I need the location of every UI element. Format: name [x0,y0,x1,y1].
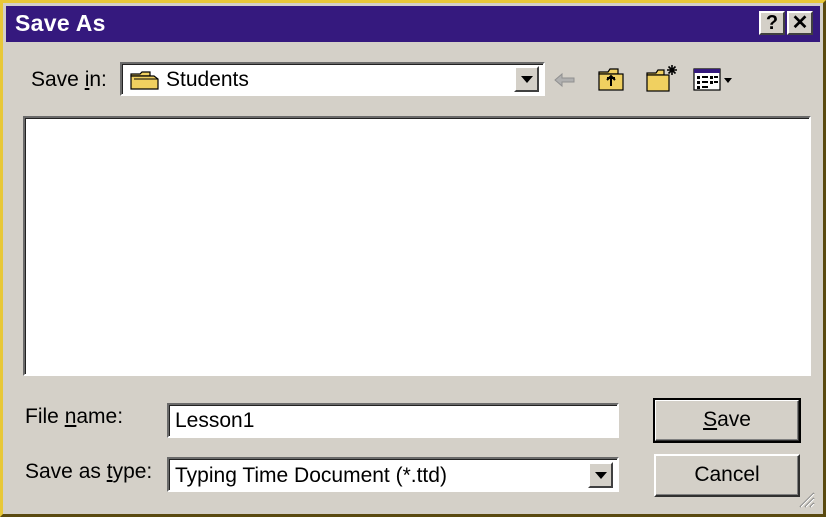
file-list[interactable] [23,116,811,376]
help-button[interactable]: ? [759,11,785,35]
save-as-type-value: Typing Time Document (*.ttd) [175,464,447,487]
file-name-value: Lesson1 [175,409,255,432]
file-name-input[interactable]: Lesson1 [167,403,619,438]
close-button[interactable]: ✕ [787,11,813,35]
back-arrow-icon[interactable] [554,71,576,89]
save-in-dropdown[interactable]: Students [120,62,545,96]
save-in-label: Save in: [31,68,107,91]
title-bar[interactable]: Save As ? ✕ [6,6,820,42]
file-name-label: File name: [25,405,124,428]
save-in-dropdown-button[interactable] [514,66,539,92]
save-in-value: Students [166,68,249,91]
folder-icon [130,71,159,90]
save-as-type-label: Save as type: [25,460,153,483]
cancel-button[interactable]: Cancel [654,454,800,497]
save-as-type-dropdown[interactable]: Typing Time Document (*.ttd) [167,457,619,492]
up-one-level-icon[interactable] [598,66,626,92]
new-folder-icon[interactable] [646,63,680,93]
dialog-title: Save As [15,10,106,36]
save-as-dialog: Save As ? ✕ Save in: Students File name:… [0,0,826,517]
save-as-type-dropdown-button[interactable] [588,462,613,488]
save-button[interactable]: Save [653,398,801,443]
resize-grip-icon[interactable] [797,490,815,508]
view-menu-icon[interactable] [693,68,737,92]
